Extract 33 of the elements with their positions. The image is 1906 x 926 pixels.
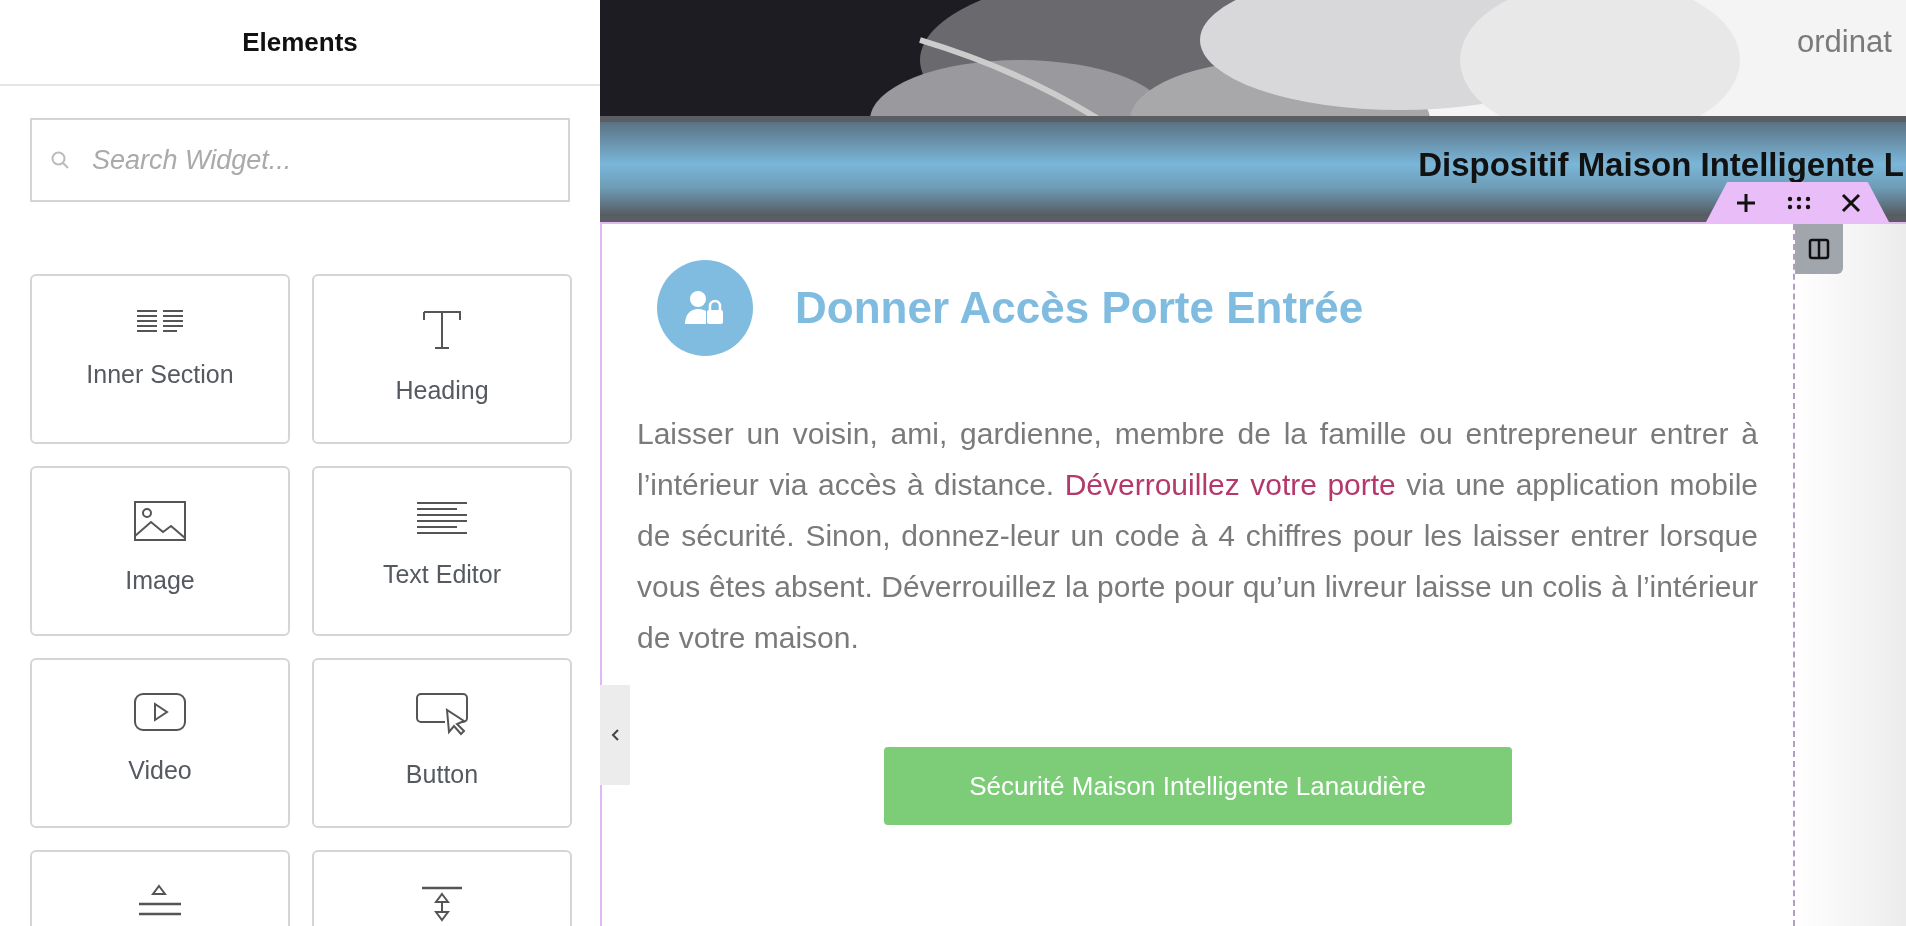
text-lines-icon <box>415 500 469 536</box>
banner-title: Dispositif Maison Intelligente L <box>1418 146 1904 184</box>
search-icon <box>50 150 70 170</box>
image-icon <box>133 500 187 542</box>
columns-icon <box>1807 237 1831 261</box>
widget-card[interactable]: Image <box>30 466 290 636</box>
panel-title: Elements <box>242 26 358 58</box>
drag-handle-icon <box>1786 196 1811 210</box>
widget-label: Text Editor <box>382 560 502 589</box>
search-field[interactable]: Search Widget... <box>30 118 570 202</box>
collapse-panel-button[interactable] <box>600 685 630 785</box>
link[interactable]: Déverrouillez votre porte <box>1064 468 1396 501</box>
cursor-icon <box>415 692 469 736</box>
close-icon <box>1840 193 1861 213</box>
feature-heading: Donner Accès Porte Entrée <box>795 283 1364 333</box>
chevron-icon <box>610 728 620 742</box>
widget-label: Heading <box>395 376 489 405</box>
widget-card[interactable]: Text Editor <box>312 466 572 636</box>
spacer-icon <box>420 884 464 922</box>
widget-label: Inner Section <box>86 360 234 389</box>
play-icon <box>133 692 187 732</box>
add-icon <box>1734 192 1757 214</box>
widget-label: Image <box>125 566 195 595</box>
widget-card[interactable]: Inner Section <box>30 274 290 444</box>
letter-icon <box>420 308 464 352</box>
widget-card[interactable]: Button <box>312 658 572 828</box>
column-handle[interactable] <box>1795 224 1843 274</box>
widget-label: Button <box>405 760 479 789</box>
widget-card[interactable]: Video <box>30 658 290 828</box>
paragraph: Laisser un voisin, ami, gardienne, membre de la famille ou entrepreneur entrer à l’intérieur via accès à distance. Déverrouillez votre porte via une application mobile de sécurité. Sinon, donnez-leur un code à 4 chiffres pour les laisser entrer lorsque vous êtes absent. Déverrouillez la porte pour qu’un livreur laisse un colis à l’intérieur de votre maison. <box>637 416 1758 656</box>
widget-card[interactable]: Heading <box>312 274 572 444</box>
body-text: ordinat <box>1797 24 1892 60</box>
widget-label: Video <box>128 756 192 785</box>
